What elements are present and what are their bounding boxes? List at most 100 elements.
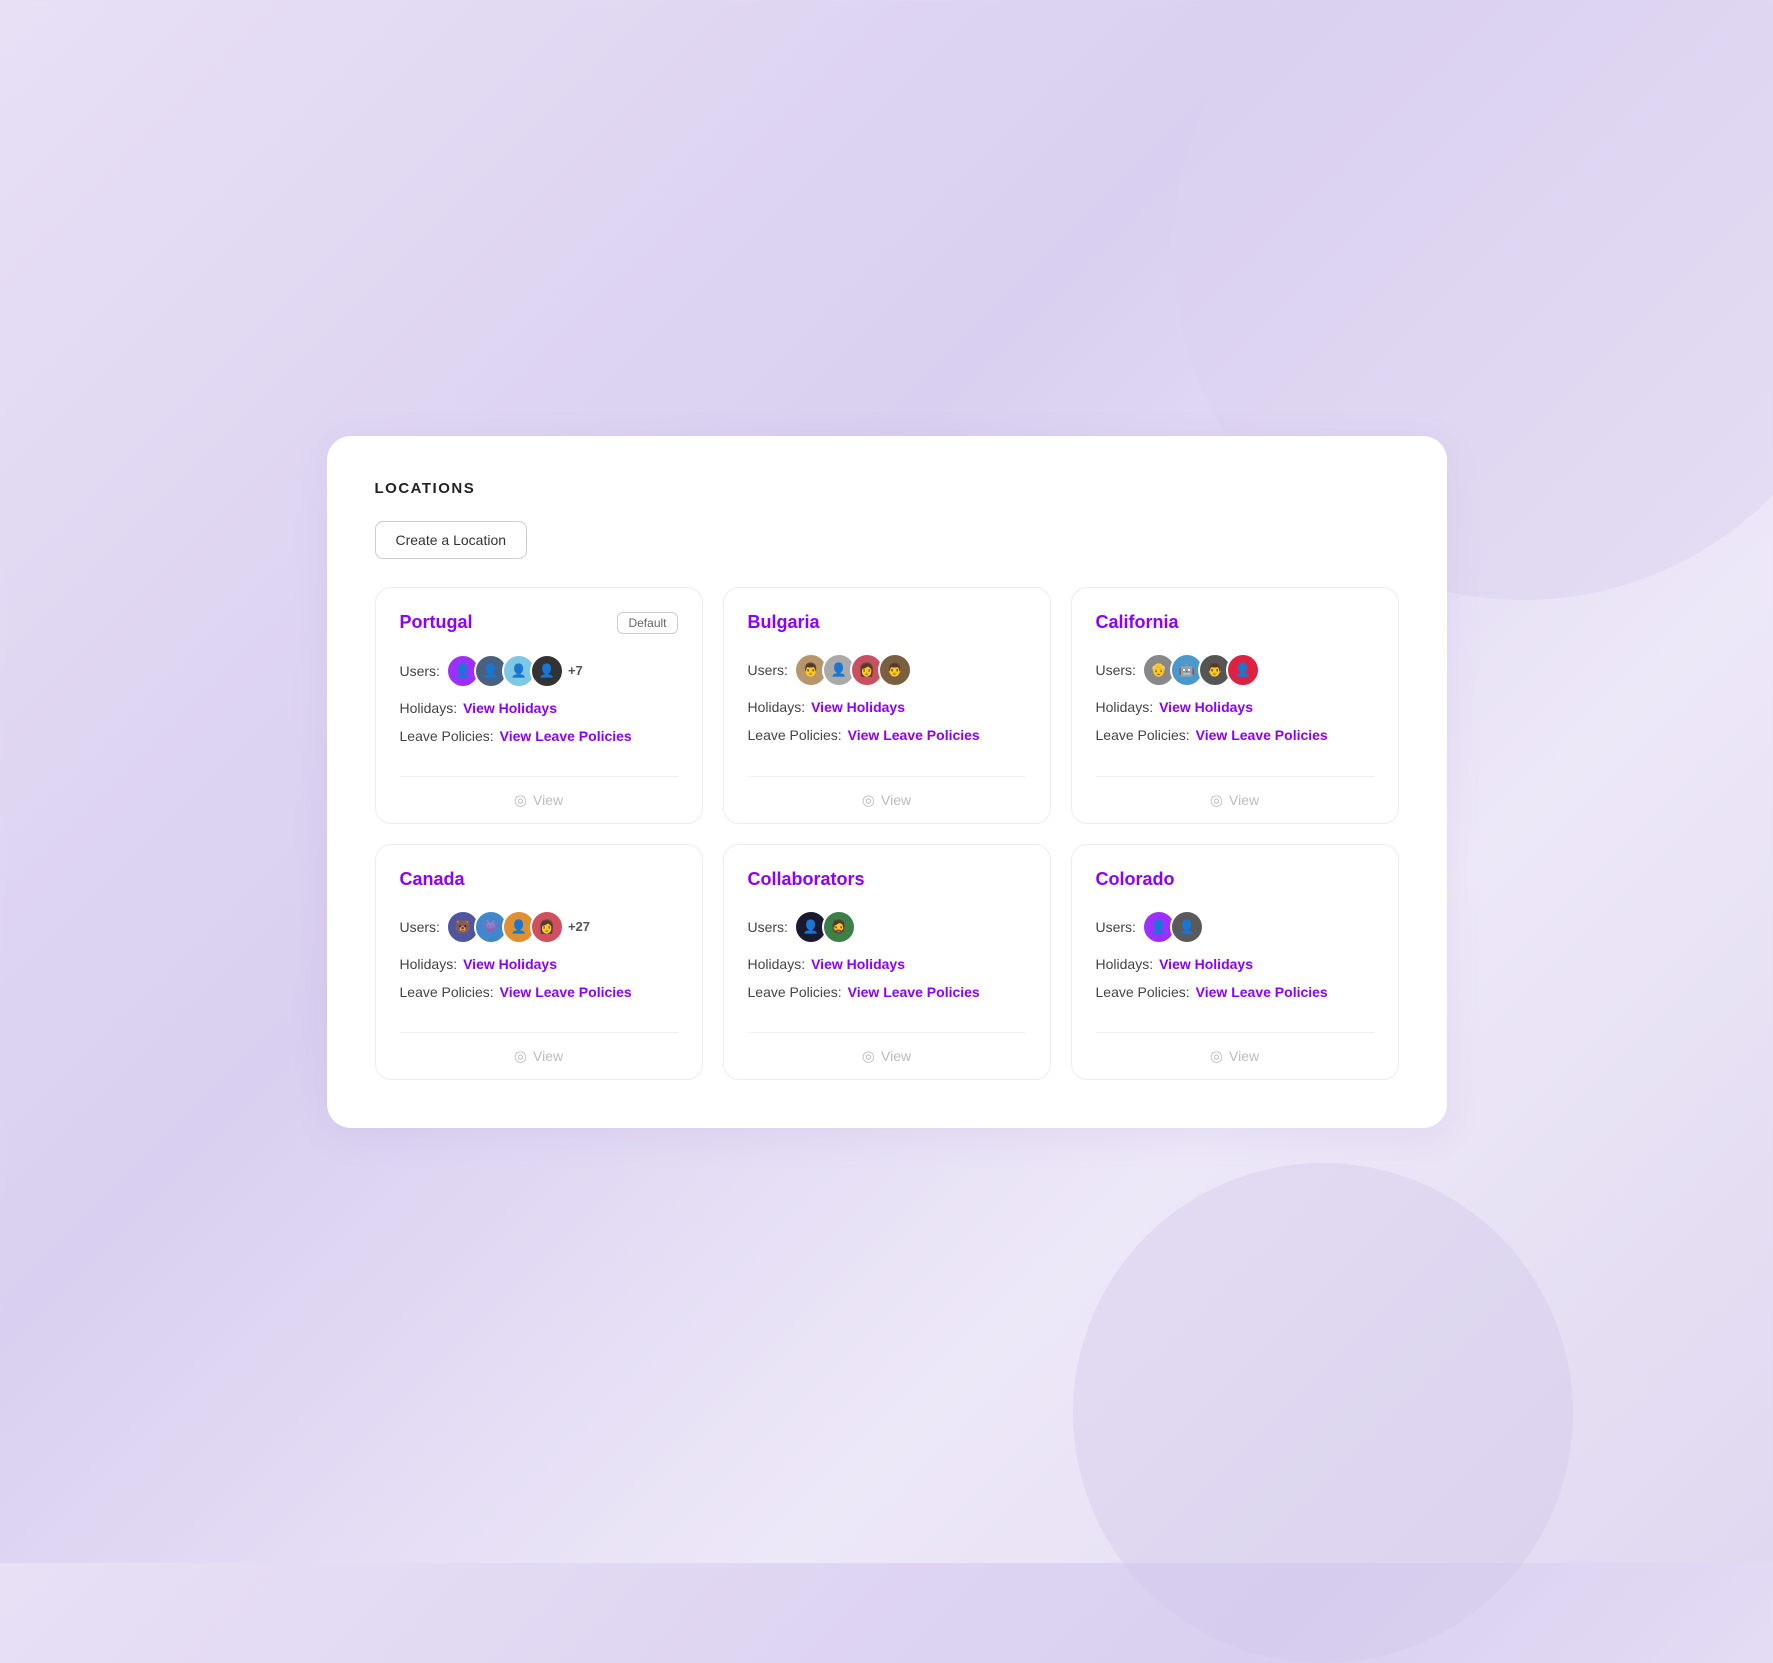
holidays-link-portugal[interactable]: View Holidays [463, 700, 557, 716]
avatar-2: 🧔 [822, 910, 856, 944]
avatars-portugal: 👤 👤 👤 👤 +7 [446, 654, 583, 688]
card-body-collaborators: Users: 👤 🧔 Holidays: View Holidays Leave… [748, 910, 1026, 1012]
eye-icon-canada: ◎ [514, 1047, 527, 1065]
policies-link-bulgaria[interactable]: View Leave Policies [848, 727, 980, 743]
location-card-portugal: Portugal Default Users: 👤 👤 👤 👤 +7 Holid… [375, 587, 703, 824]
card-header-california: California [1096, 612, 1374, 633]
holidays-row-canada: Holidays: View Holidays [400, 956, 678, 972]
view-label-colorado: View [1229, 1048, 1259, 1064]
main-card: LOCATIONS Create a Location Portugal Def… [327, 436, 1447, 1128]
view-label-canada: View [533, 1048, 563, 1064]
policies-row-canada: Leave Policies: View Leave Policies [400, 984, 678, 1000]
eye-icon-collaborators: ◎ [862, 1047, 875, 1065]
location-name-bulgaria: Bulgaria [748, 612, 820, 633]
policies-row-collaborators: Leave Policies: View Leave Policies [748, 984, 1026, 1000]
holidays-link-colorado[interactable]: View Holidays [1159, 956, 1253, 972]
card-header-bulgaria: Bulgaria [748, 612, 1026, 633]
avatars-collaborators: 👤 🧔 [794, 910, 850, 944]
default-badge-portugal: Default [617, 612, 677, 634]
holidays-row-colorado: Holidays: View Holidays [1096, 956, 1374, 972]
location-name-canada: Canada [400, 869, 465, 890]
card-header-colorado: Colorado [1096, 869, 1374, 890]
users-row-collaborators: Users: 👤 🧔 [748, 910, 1026, 944]
view-button-colorado[interactable]: ◎ View [1096, 1032, 1374, 1079]
users-row-portugal: Users: 👤 👤 👤 👤 +7 [400, 654, 678, 688]
location-name-portugal: Portugal [400, 612, 473, 633]
policies-link-portugal[interactable]: View Leave Policies [500, 728, 632, 744]
users-label-portugal: Users: [400, 663, 440, 679]
avatar-4: 👨 [878, 653, 912, 687]
avatars-colorado: 👤 👤 [1142, 910, 1198, 944]
avatar-count-canada: +27 [568, 919, 590, 934]
users-label-canada: Users: [400, 919, 440, 935]
holidays-link-bulgaria[interactable]: View Holidays [811, 699, 905, 715]
policies-row-bulgaria: Leave Policies: View Leave Policies [748, 727, 1026, 743]
card-body-california: Users: 👴 🤖 👨 👤 Holidays: View Holidays L… [1096, 653, 1374, 756]
users-row-california: Users: 👴 🤖 👨 👤 [1096, 653, 1374, 687]
policies-link-canada[interactable]: View Leave Policies [500, 984, 632, 1000]
policies-label-colorado: Leave Policies: [1096, 984, 1190, 1000]
holidays-row-california: Holidays: View Holidays [1096, 699, 1374, 715]
policies-label-bulgaria: Leave Policies: [748, 727, 842, 743]
avatar-4: 👤 [1226, 653, 1260, 687]
card-body-colorado: Users: 👤 👤 Holidays: View Holidays Leave… [1096, 910, 1374, 1012]
holidays-row-bulgaria: Holidays: View Holidays [748, 699, 1026, 715]
users-label-colorado: Users: [1096, 919, 1136, 935]
policies-link-colorado[interactable]: View Leave Policies [1196, 984, 1328, 1000]
eye-icon-california: ◎ [1210, 791, 1223, 809]
location-name-colorado: Colorado [1096, 869, 1175, 890]
view-button-portugal[interactable]: ◎ View [400, 776, 678, 823]
holidays-label-collaborators: Holidays: [748, 956, 806, 972]
users-row-colorado: Users: 👤 👤 [1096, 910, 1374, 944]
policies-row-california: Leave Policies: View Leave Policies [1096, 727, 1374, 743]
holidays-link-california[interactable]: View Holidays [1159, 699, 1253, 715]
policies-label-california: Leave Policies: [1096, 727, 1190, 743]
create-location-button[interactable]: Create a Location [375, 521, 528, 559]
location-card-bulgaria: Bulgaria Users: 👨 👤 👩 👨 Holidays: View H… [723, 587, 1051, 824]
location-card-canada: Canada Users: 🐻 👾 👤 👩 +27 Holidays: View… [375, 844, 703, 1080]
avatar-4: 👤 [530, 654, 564, 688]
policies-label-canada: Leave Policies: [400, 984, 494, 1000]
avatars-bulgaria: 👨 👤 👩 👨 [794, 653, 906, 687]
locations-grid: Portugal Default Users: 👤 👤 👤 👤 +7 Holid… [375, 587, 1399, 1080]
holidays-label-bulgaria: Holidays: [748, 699, 806, 715]
policies-link-california[interactable]: View Leave Policies [1196, 727, 1328, 743]
policies-row-colorado: Leave Policies: View Leave Policies [1096, 984, 1374, 1000]
policies-link-collaborators[interactable]: View Leave Policies [848, 984, 980, 1000]
holidays-row-collaborators: Holidays: View Holidays [748, 956, 1026, 972]
avatar-count-portugal: +7 [568, 663, 583, 678]
users-row-canada: Users: 🐻 👾 👤 👩 +27 [400, 910, 678, 944]
location-card-california: California Users: 👴 🤖 👨 👤 Holidays: View… [1071, 587, 1399, 824]
eye-icon-bulgaria: ◎ [862, 791, 875, 809]
view-label-collaborators: View [881, 1048, 911, 1064]
view-button-collaborators[interactable]: ◎ View [748, 1032, 1026, 1079]
view-label-california: View [1229, 792, 1259, 808]
avatar-2: 👤 [1170, 910, 1204, 944]
holidays-label-colorado: Holidays: [1096, 956, 1154, 972]
view-button-bulgaria[interactable]: ◎ View [748, 776, 1026, 823]
card-header-portugal: Portugal Default [400, 612, 678, 634]
users-label-collaborators: Users: [748, 919, 788, 935]
avatars-canada: 🐻 👾 👤 👩 +27 [446, 910, 590, 944]
card-body-canada: Users: 🐻 👾 👤 👩 +27 Holidays: View Holida… [400, 910, 678, 1012]
holidays-label-canada: Holidays: [400, 956, 458, 972]
location-card-colorado: Colorado Users: 👤 👤 Holidays: View Holid… [1071, 844, 1399, 1080]
avatars-california: 👴 🤖 👨 👤 [1142, 653, 1254, 687]
users-label-bulgaria: Users: [748, 662, 788, 678]
view-button-canada[interactable]: ◎ View [400, 1032, 678, 1079]
card-body-bulgaria: Users: 👨 👤 👩 👨 Holidays: View Holidays L… [748, 653, 1026, 756]
holidays-link-collaborators[interactable]: View Holidays [811, 956, 905, 972]
holidays-link-canada[interactable]: View Holidays [463, 956, 557, 972]
card-body-portugal: Users: 👤 👤 👤 👤 +7 Holidays: View Holiday… [400, 654, 678, 756]
view-label-portugal: View [533, 792, 563, 808]
view-button-california[interactable]: ◎ View [1096, 776, 1374, 823]
eye-icon-portugal: ◎ [514, 791, 527, 809]
location-card-collaborators: Collaborators Users: 👤 🧔 Holidays: View … [723, 844, 1051, 1080]
location-name-california: California [1096, 612, 1179, 633]
holidays-label-portugal: Holidays: [400, 700, 458, 716]
holidays-label-california: Holidays: [1096, 699, 1154, 715]
eye-icon-colorado: ◎ [1210, 1047, 1223, 1065]
view-label-bulgaria: View [881, 792, 911, 808]
card-header-canada: Canada [400, 869, 678, 890]
holidays-row-portugal: Holidays: View Holidays [400, 700, 678, 716]
